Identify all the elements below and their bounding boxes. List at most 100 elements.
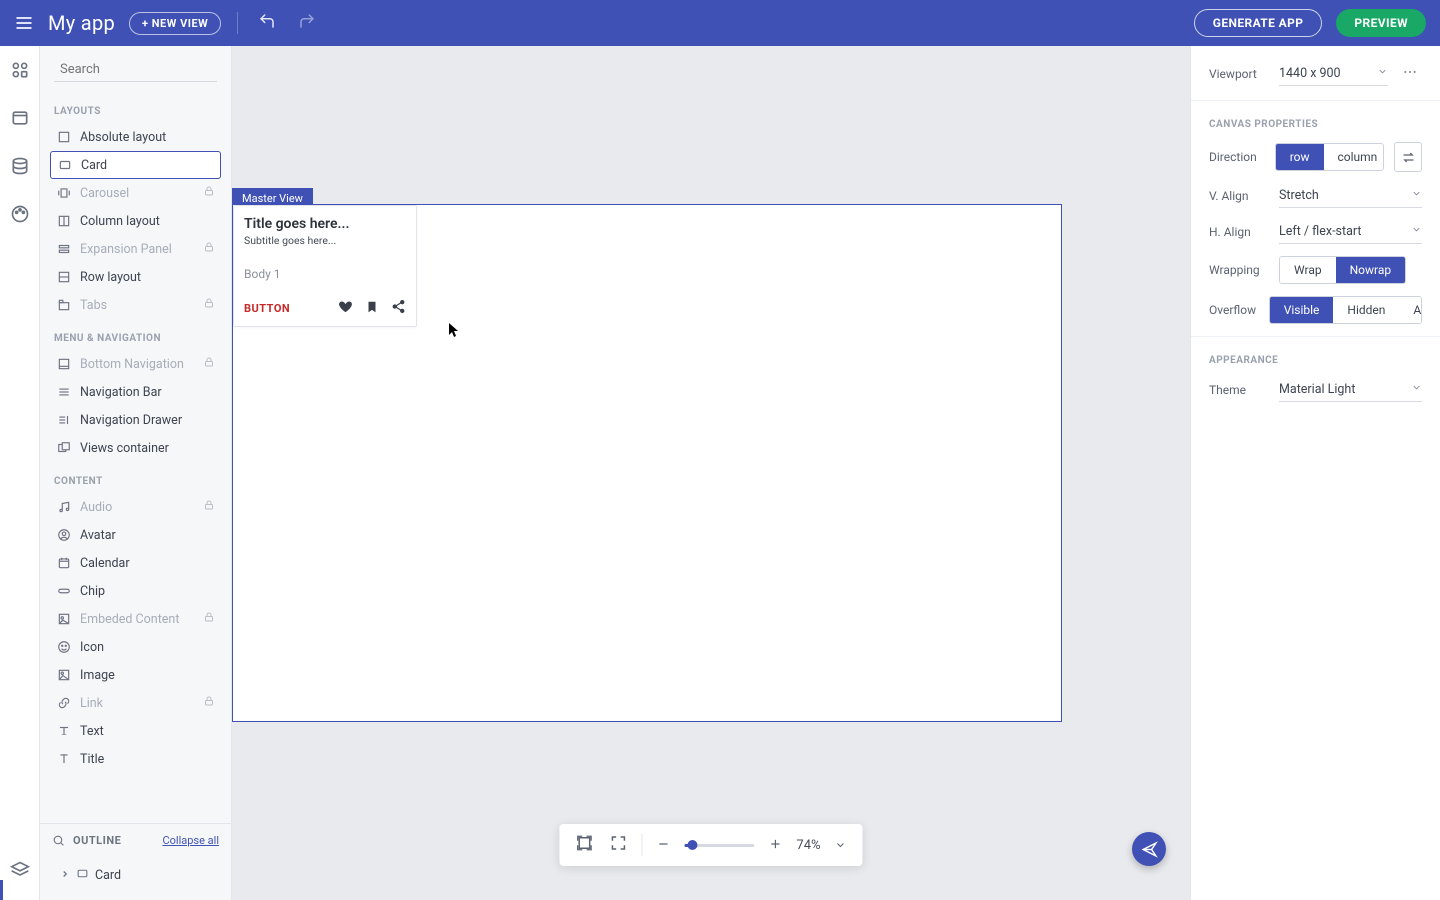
canvas[interactable]: Master View Title goes here... Subtitle … [232, 46, 1190, 900]
component-bottom-navigation[interactable]: Bottom Navigation [50, 350, 221, 378]
embed-icon [56, 611, 72, 627]
wrap-nowrap[interactable]: Nowrap [1336, 257, 1406, 283]
component-views-container[interactable]: Views container [50, 434, 221, 462]
component-icon[interactable]: Icon [50, 633, 221, 661]
section-layouts: LAYOUTS [54, 106, 217, 117]
swap-axes-icon[interactable] [1394, 142, 1422, 172]
data-rail-icon[interactable] [6, 152, 34, 180]
component-column-layout[interactable]: Column layout [50, 207, 221, 235]
fit-screen-icon[interactable] [573, 832, 595, 858]
image-icon [56, 667, 72, 683]
wrapping-toggle: Wrap Nowrap [1279, 256, 1406, 284]
chevron-down-icon [1411, 188, 1422, 203]
viewport-label: Viewport [1209, 67, 1269, 81]
chevron-down-icon [1411, 224, 1422, 239]
menu-icon[interactable] [14, 13, 34, 33]
expansion-icon [56, 241, 72, 257]
viewport-select[interactable]: 1440 x 900 [1279, 62, 1388, 86]
outline-item-card[interactable]: Card [56, 863, 221, 888]
direction-column[interactable]: column [1324, 144, 1385, 170]
title-icon [56, 751, 72, 767]
lock-icon [203, 356, 215, 372]
generate-app-button[interactable]: GENERATE APP [1194, 9, 1323, 37]
share-icon[interactable] [391, 299, 406, 318]
left-rail [0, 46, 40, 900]
avatar-icon [56, 527, 72, 543]
component-carousel[interactable]: Carousel [50, 179, 221, 207]
zoom-out-icon[interactable] [654, 834, 672, 857]
valign-select[interactable]: Stretch [1279, 184, 1422, 208]
components-rail-icon[interactable] [6, 56, 34, 84]
chevron-down-icon[interactable] [833, 834, 849, 857]
section-content: CONTENT [54, 476, 217, 487]
halign-select[interactable]: Left / flex-start [1279, 220, 1422, 244]
section-canvas-properties: CANVAS PROPERTIES [1209, 119, 1422, 130]
component-avatar[interactable]: Avatar [50, 521, 221, 549]
card-instance[interactable]: Title goes here... Subtitle goes here...… [233, 205, 417, 327]
theme-select[interactable]: Material Light [1279, 378, 1422, 402]
component-embedded-content[interactable]: Embeded Content [50, 605, 221, 633]
chip-icon [56, 583, 72, 599]
card-icon [76, 867, 89, 884]
card-title: Title goes here... [244, 216, 406, 232]
app-title: My app [48, 11, 115, 35]
send-fab[interactable] [1132, 832, 1166, 866]
chevron-down-icon [1411, 382, 1422, 397]
collapse-all-link[interactable]: Collapse all [162, 834, 219, 847]
component-link[interactable]: Link [50, 689, 221, 717]
components-panel: LAYOUTS Absolute layout Card Carousel Co… [40, 46, 232, 900]
carousel-icon [56, 185, 72, 201]
zoom-slider[interactable] [684, 844, 754, 847]
views-rail-icon[interactable] [6, 104, 34, 132]
topbar: My app + NEW VIEW GENERATE APP PREVIEW [0, 0, 1440, 46]
component-absolute-layout[interactable]: Absolute layout [50, 123, 221, 151]
component-row-layout[interactable]: Row layout [50, 263, 221, 291]
fullscreen-icon[interactable] [607, 832, 629, 858]
lock-icon [203, 499, 215, 515]
overflow-auto[interactable]: Auto [1399, 297, 1422, 323]
component-card[interactable]: Card [50, 151, 221, 179]
direction-row[interactable]: row [1276, 144, 1324, 170]
cursor-icon [448, 322, 460, 342]
overflow-toggle: Visible Hidden Auto [1269, 296, 1422, 324]
zoom-in-icon[interactable] [766, 834, 784, 857]
new-view-button[interactable]: + NEW VIEW [129, 12, 221, 35]
undo-icon[interactable] [254, 8, 280, 38]
component-text[interactable]: Text [50, 717, 221, 745]
card-button[interactable]: BUTTON [244, 302, 290, 315]
layers-rail-icon[interactable] [6, 856, 34, 884]
lock-icon [203, 611, 215, 627]
rows-icon [56, 269, 72, 285]
component-title[interactable]: Title [50, 745, 221, 773]
component-navigation-drawer[interactable]: Navigation Drawer [50, 406, 221, 434]
theme-rail-icon[interactable] [6, 200, 34, 228]
more-icon[interactable] [1398, 60, 1422, 88]
preview-button[interactable]: PREVIEW [1336, 9, 1426, 37]
card-subtitle: Subtitle goes here... [244, 234, 406, 247]
bookmark-icon[interactable] [365, 299, 379, 318]
search-field[interactable] [54, 58, 217, 82]
lock-icon [203, 185, 215, 201]
component-calendar[interactable]: Calendar [50, 549, 221, 577]
lock-icon [203, 695, 215, 711]
master-view-frame[interactable]: Title goes here... Subtitle goes here...… [232, 204, 1062, 722]
component-chip[interactable]: Chip [50, 577, 221, 605]
wrap-wrap[interactable]: Wrap [1280, 257, 1336, 283]
smiley-icon [56, 639, 72, 655]
overflow-hidden[interactable]: Hidden [1333, 297, 1399, 323]
section-appearance: APPEARANCE [1209, 355, 1422, 366]
redo-icon[interactable] [294, 8, 320, 38]
component-navigation-bar[interactable]: Navigation Bar [50, 378, 221, 406]
component-tabs[interactable]: Tabs [50, 291, 221, 319]
component-audio[interactable]: Audio [50, 493, 221, 521]
search-input[interactable] [60, 62, 226, 77]
overflow-visible[interactable]: Visible [1270, 297, 1334, 323]
square-icon [56, 129, 72, 145]
search-icon[interactable] [52, 834, 65, 847]
columns-icon [56, 213, 72, 229]
component-expansion-panel[interactable]: Expansion Panel [50, 235, 221, 263]
properties-panel: Viewport 1440 x 900 CANVAS PROPERTIES Di… [1190, 46, 1440, 900]
card-icon [57, 157, 73, 173]
heart-icon[interactable] [338, 299, 353, 318]
component-image[interactable]: Image [50, 661, 221, 689]
